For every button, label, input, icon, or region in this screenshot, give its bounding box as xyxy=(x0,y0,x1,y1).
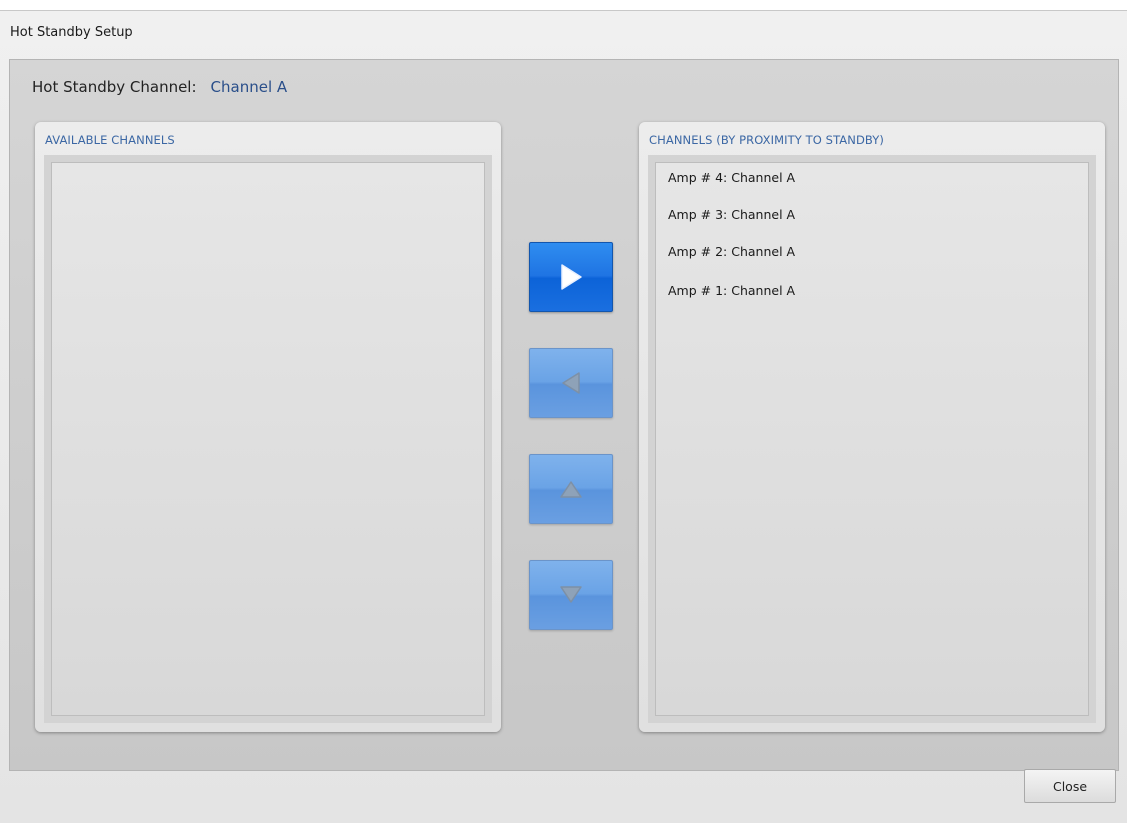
standby-channel-label: Hot Standby Channel: xyxy=(32,78,197,96)
play-right-icon xyxy=(561,264,582,290)
move-down-button[interactable] xyxy=(529,560,613,630)
proximity-channels-header: CHANNELS (BY PROXIMITY TO STANDBY) xyxy=(649,133,884,147)
triangle-up-icon xyxy=(560,481,582,498)
list-item-amp-1[interactable]: Amp # 1: Channel A xyxy=(664,281,799,301)
list-item-amp-3[interactable]: Amp # 3: Channel A xyxy=(664,205,799,225)
proximity-channels-list[interactable]: Amp # 4: Channel A Amp # 3: Channel A Am… xyxy=(655,162,1089,716)
window-title: Hot Standby Setup xyxy=(10,25,133,40)
available-channels-frame xyxy=(44,155,492,723)
list-item-amp-2[interactable]: Amp # 2: Channel A xyxy=(664,242,799,262)
triangle-down-icon xyxy=(560,586,582,603)
standby-channel-row: Hot Standby Channel: Channel A xyxy=(32,78,287,96)
close-button[interactable]: Close xyxy=(1024,769,1116,803)
move-right-button[interactable] xyxy=(529,242,613,312)
move-up-button[interactable] xyxy=(529,454,613,524)
move-left-button[interactable] xyxy=(529,348,613,418)
play-left-icon xyxy=(562,372,580,394)
available-channels-panel: AVAILABLE CHANNELS xyxy=(35,122,501,732)
hot-standby-window: Hot Standby Setup Hot Standby Channel: C… xyxy=(0,10,1127,823)
proximity-channels-panel: CHANNELS (BY PROXIMITY TO STANDBY) Amp #… xyxy=(639,122,1105,732)
proximity-channels-frame: Amp # 4: Channel A Amp # 3: Channel A Am… xyxy=(648,155,1096,723)
available-channels-header: AVAILABLE CHANNELS xyxy=(45,133,175,147)
standby-channel-value: Channel A xyxy=(210,78,288,96)
content-area: Hot Standby Channel: Channel A AVAILABLE… xyxy=(9,59,1119,771)
available-channels-list[interactable] xyxy=(51,162,485,716)
list-item-amp-4[interactable]: Amp # 4: Channel A xyxy=(664,168,799,188)
